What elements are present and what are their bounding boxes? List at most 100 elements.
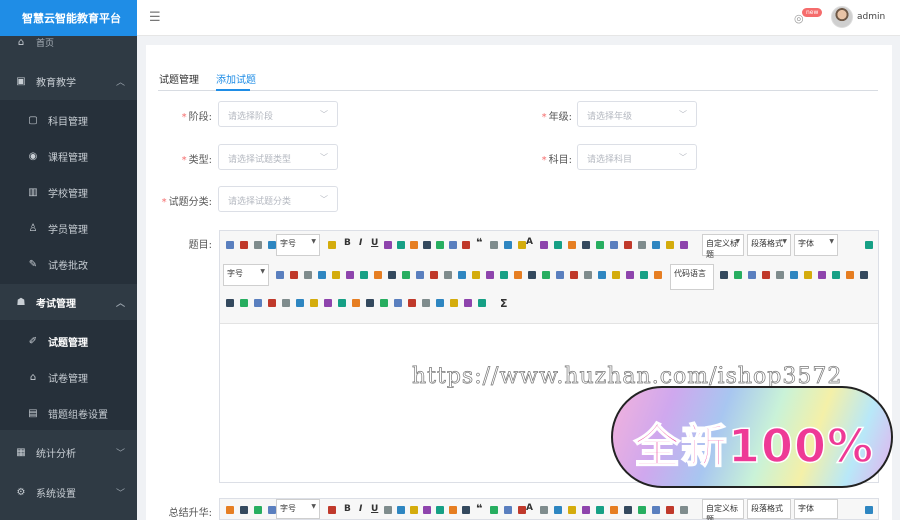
toolbar-button-icon[interactable] — [436, 241, 444, 249]
font-family-select[interactable]: 字体 — [794, 499, 838, 519]
type-select[interactable]: 请选择试题类型 ﹀ — [218, 144, 338, 170]
toolbar-button-icon[interactable] — [226, 299, 234, 307]
toolbar-button-icon[interactable] — [568, 506, 576, 514]
toolbar-button-icon[interactable] — [346, 271, 354, 279]
paragraph-select[interactable]: 段落格式 — [747, 499, 791, 519]
toolbar-button-icon[interactable] — [338, 299, 346, 307]
title-style-select[interactable]: 自定义标题 — [702, 499, 744, 520]
toolbar-button-icon[interactable] — [582, 241, 590, 249]
toolbar-button-icon[interactable] — [638, 506, 646, 514]
toolbar-button-icon[interactable] — [518, 241, 526, 249]
toolbar-button-icon[interactable] — [542, 271, 550, 279]
toolbar-button-icon[interactable] — [240, 506, 248, 514]
toolbar-button-icon[interactable] — [518, 506, 526, 514]
sidebar-item-questions[interactable]: ✐ 试题管理 — [0, 332, 137, 350]
toolbar-button-icon[interactable] — [804, 271, 812, 279]
subject-select[interactable]: 请选择科目 ﹀ — [577, 144, 697, 170]
font-size-select[interactable]: 字号 ▼ — [276, 499, 320, 519]
text-color-button[interactable]: A — [526, 237, 533, 247]
toolbar-button-icon[interactable] — [640, 271, 648, 279]
toolbar-button-icon[interactable] — [296, 299, 304, 307]
toolbar-button-icon[interactable] — [504, 241, 512, 249]
toolbar-button-icon[interactable] — [226, 241, 234, 249]
toolbar-button-icon[interactable] — [666, 506, 674, 514]
toolbar-button-icon[interactable] — [276, 271, 284, 279]
toolbar-button-icon[interactable] — [598, 271, 606, 279]
toolbar-button-icon[interactable] — [397, 241, 405, 249]
tab-question-manage[interactable]: 试题管理 — [159, 71, 199, 86]
toolbar-button-icon[interactable] — [776, 271, 784, 279]
toolbar-button-icon[interactable] — [423, 506, 431, 514]
toolbar-button-icon[interactable] — [449, 506, 457, 514]
title-style-select[interactable]: 自定义标题 ▼ — [702, 234, 744, 259]
sidebar-item-settings[interactable]: ⚙ 系统设置 ﹀ — [0, 483, 137, 501]
toolbar-button-icon[interactable] — [612, 271, 620, 279]
sidebar-item-wrong-set[interactable]: ▤ 错题组卷设置 — [0, 404, 137, 422]
bold-button[interactable]: B — [344, 504, 351, 514]
toolbar-button-icon[interactable] — [652, 506, 660, 514]
formula-button[interactable]: Σ — [500, 297, 508, 310]
blockquote-button[interactable]: ❝ — [476, 236, 482, 249]
toolbar-button-icon[interactable] — [408, 299, 416, 307]
toolbar-button-icon[interactable] — [554, 506, 562, 514]
toolbar-button-icon[interactable] — [846, 271, 854, 279]
font-size-select-2[interactable]: 字号 ▼ — [223, 264, 269, 286]
toolbar-button-icon[interactable] — [514, 271, 522, 279]
toolbar-button-icon[interactable] — [652, 241, 660, 249]
toolbar-button-icon[interactable] — [384, 506, 392, 514]
toolbar-button-icon[interactable] — [462, 241, 470, 249]
font-size-select[interactable]: 字号 ▼ — [276, 234, 320, 256]
toolbar-button-icon[interactable] — [568, 241, 576, 249]
toolbar-button-icon[interactable] — [680, 241, 688, 249]
toolbar-button-icon[interactable] — [584, 271, 592, 279]
text-color-button[interactable]: A — [526, 503, 533, 513]
toolbar-button-icon[interactable] — [394, 299, 402, 307]
toolbar-button-icon[interactable] — [328, 241, 336, 249]
toolbar-button-icon[interactable] — [582, 506, 590, 514]
avatar[interactable] — [831, 6, 853, 28]
toolbar-button-icon[interactable] — [490, 506, 498, 514]
underline-button[interactable]: U — [371, 238, 378, 248]
toolbar-button-icon[interactable] — [402, 271, 410, 279]
toolbar-button-icon[interactable] — [790, 271, 798, 279]
grade-select[interactable]: 请选择年级 ﹀ — [577, 101, 697, 127]
toolbar-button-icon[interactable] — [332, 271, 340, 279]
toolbar-button-icon[interactable] — [318, 271, 326, 279]
toolbar-button-icon[interactable] — [397, 506, 405, 514]
toolbar-button-icon[interactable] — [554, 241, 562, 249]
sidebar-item-papers[interactable]: ⌂ 试卷管理 — [0, 368, 137, 386]
sidebar-item-stats[interactable]: ▦ 统计分析 ﹀ — [0, 443, 137, 461]
toolbar-button-icon[interactable] — [388, 271, 396, 279]
toolbar-button-icon[interactable] — [478, 299, 486, 307]
toolbar-button-icon[interactable] — [596, 241, 604, 249]
sidebar-item-courses[interactable]: ◉ 课程管理 — [0, 147, 137, 165]
toolbar-button-icon[interactable] — [254, 299, 262, 307]
toolbar-button-icon[interactable] — [380, 299, 388, 307]
menu-toggle-icon[interactable]: ☰ — [149, 10, 161, 25]
toolbar-button-icon[interactable] — [462, 506, 470, 514]
toolbar-button-icon[interactable] — [324, 299, 332, 307]
toolbar-button-icon[interactable] — [268, 299, 276, 307]
toolbar-button-icon[interactable] — [860, 271, 868, 279]
font-family-select[interactable]: 字体 ▼ — [794, 234, 838, 256]
toolbar-button-icon[interactable] — [254, 241, 262, 249]
sidebar-item-subjects[interactable]: ▢ 科目管理 — [0, 111, 137, 129]
toolbar-button-icon[interactable] — [282, 299, 290, 307]
toolbar-button-icon[interactable] — [504, 506, 512, 514]
toolbar-button-icon[interactable] — [472, 271, 480, 279]
toolbar-button-icon[interactable] — [666, 241, 674, 249]
toolbar-button-icon[interactable] — [570, 271, 578, 279]
toolbar-button-icon[interactable] — [290, 271, 298, 279]
toolbar-button-icon[interactable] — [328, 506, 336, 514]
toolbar-button-icon[interactable] — [528, 271, 536, 279]
code-language-select[interactable]: 代码语言 — [670, 264, 714, 290]
toolbar-button-icon[interactable] — [680, 506, 688, 514]
toolbar-button-icon[interactable] — [762, 271, 770, 279]
toolbar-button-icon[interactable] — [444, 271, 452, 279]
toolbar-button-icon[interactable] — [304, 271, 312, 279]
italic-button[interactable]: I — [359, 504, 362, 514]
toolbar-button-icon[interactable] — [865, 506, 873, 514]
category-select[interactable]: 请选择试题分类 ﹀ — [218, 186, 338, 212]
toolbar-button-icon[interactable] — [610, 506, 618, 514]
sidebar-item-students[interactable]: ♙ 学员管理 — [0, 219, 137, 237]
